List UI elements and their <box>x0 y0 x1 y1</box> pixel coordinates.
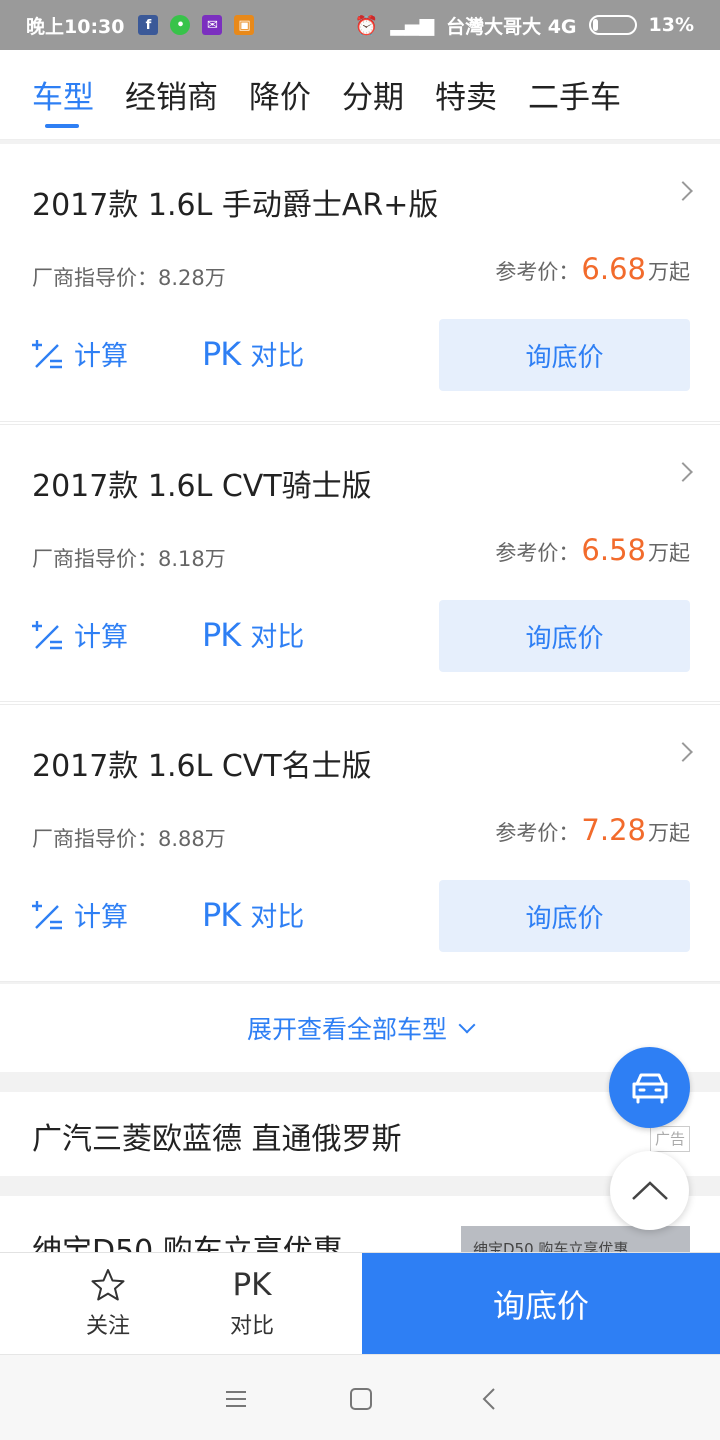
chevron-right-icon <box>673 742 693 762</box>
menu-icon <box>226 1391 246 1407</box>
msrp-text: 厂商指导价：8.28万 <box>32 266 226 290</box>
chevron-right-icon <box>673 181 693 201</box>
ref-label: 参考价： <box>495 821 580 845</box>
tab-used-car[interactable]: 二手车 <box>528 50 621 140</box>
calculate-button[interactable]: 计算 <box>30 895 128 934</box>
ask-price-button[interactable]: 询底价 <box>439 880 690 952</box>
compare-label: 对比 <box>229 1314 274 1339</box>
carrier-label: 台灣大哥大 4G <box>446 15 577 38</box>
tab-dealers[interactable]: 经销商 <box>125 50 218 140</box>
ad-text: 广汽三菱欧蓝德 直通俄罗斯 <box>32 1122 402 1157</box>
pk-icon: PK <box>202 895 241 934</box>
compare-button[interactable]: PK 对比 <box>202 615 304 654</box>
line-icon: • <box>170 15 191 35</box>
alarm-icon: ⏰ <box>354 14 379 37</box>
menu-nav-button[interactable] <box>216 1379 256 1419</box>
compare-button[interactable]: PK 对比 <box>202 895 304 934</box>
back-nav-button[interactable] <box>469 1379 509 1419</box>
scroll-to-top-button[interactable] <box>610 1151 689 1230</box>
status-time: 晚上10:30 <box>26 15 125 38</box>
battery-level <box>592 19 598 31</box>
calculate-label: 计算 <box>74 622 128 653</box>
price-value: 7.28 <box>581 813 646 847</box>
system-nav-bar <box>0 1354 720 1440</box>
model-title: 2017款 1.6L CVT骑士版 <box>32 469 372 504</box>
reference-price: 参考价： 6.58 万起 <box>495 533 690 567</box>
follow-button[interactable]: 关注 <box>68 1253 148 1355</box>
status-right: ⏰ ▂▄▆ 台灣大哥大 4G 13% <box>355 12 694 39</box>
pk-icon: PK <box>232 1267 272 1303</box>
price-value: 6.68 <box>581 252 646 286</box>
home-nav-button[interactable] <box>341 1379 381 1419</box>
car-fab-button[interactable] <box>609 1047 690 1128</box>
compare-label: 对比 <box>250 622 305 653</box>
ref-label: 参考价： <box>495 541 580 565</box>
compare-label: 对比 <box>250 341 305 372</box>
facebook-icon: f <box>138 15 159 35</box>
chevron-right-icon <box>673 462 693 482</box>
car-icon <box>632 1073 667 1103</box>
ask-price-button[interactable]: 询底价 <box>439 319 690 391</box>
model-title: 2017款 1.6L CVT名士版 <box>32 749 372 784</box>
calculate-label: 计算 <box>74 341 128 372</box>
tab-installment[interactable]: 分期 <box>342 50 404 140</box>
chevron-up-icon <box>631 1180 668 1200</box>
expand-label: 展开查看全部车型 <box>246 1015 447 1044</box>
ask-price-button[interactable]: 询底价 <box>439 600 690 672</box>
follow-label: 关注 <box>85 1314 130 1339</box>
msrp-text: 厂商指导价：8.18万 <box>32 547 226 571</box>
model-card[interactable]: 2017款 1.6L CVT名士版 厂商指导价：8.88万 参考价： 7.28 … <box>0 704 720 982</box>
compare-button[interactable]: PK 对比 <box>202 334 304 373</box>
pk-icon: PK <box>202 334 241 373</box>
ask-lowest-price-button[interactable]: 询底价 <box>362 1253 720 1355</box>
calculator-icon <box>32 339 62 368</box>
back-icon <box>482 1388 495 1410</box>
calculate-label: 计算 <box>74 902 128 933</box>
tab-price-drop[interactable]: 降价 <box>249 50 311 140</box>
price-value: 6.58 <box>581 533 646 567</box>
ad-tag: 广告 <box>649 1126 690 1152</box>
bottom-action-bar: 关注 PK 对比 询底价 <box>0 1252 720 1355</box>
pk-icon: PK <box>202 615 241 654</box>
model-card[interactable]: 2017款 1.6L CVT骑士版 厂商指导价：8.18万 参考价： 6.58 … <box>0 424 720 702</box>
calculator-icon <box>32 900 62 929</box>
battery-percent: 13% <box>648 14 694 36</box>
tab-special-sale[interactable]: 特卖 <box>435 50 497 140</box>
mail-icon: ✉ <box>202 15 223 35</box>
status-bar: 晚上10:30 f • ✉ ▣ ⏰ ▂▄▆ 台灣大哥大 4G 13% <box>0 0 720 50</box>
calculate-button[interactable]: 计算 <box>30 334 128 373</box>
msrp-text: 厂商指导价：8.88万 <box>32 827 226 851</box>
compare-label: 对比 <box>250 902 305 933</box>
star-icon <box>91 1269 125 1301</box>
chevron-down-icon <box>458 1016 476 1034</box>
top-tabs: 车型 经销商 降价 分期 特卖 二手车 <box>0 50 720 140</box>
expand-all-models-button[interactable]: 展开查看全部车型 <box>0 984 720 1072</box>
model-card[interactable]: 2017款 1.6L 手动爵士AR+版 厂商指导价：8.28万 参考价： 6.6… <box>0 144 720 422</box>
battery-icon <box>588 15 637 35</box>
ref-label: 参考价： <box>495 260 580 284</box>
signal-icon: ▂▄▆ <box>390 14 435 36</box>
compare-bar-button[interactable]: PK 对比 <box>212 1253 292 1355</box>
price-unit: 万起 <box>648 260 690 284</box>
model-title: 2017款 1.6L 手动爵士AR+版 <box>32 188 439 223</box>
price-unit: 万起 <box>648 821 690 845</box>
tab-models[interactable]: 车型 <box>32 50 94 140</box>
reference-price: 参考价： 6.68 万起 <box>495 252 690 286</box>
game-icon: ▣ <box>234 15 255 35</box>
price-unit: 万起 <box>648 541 690 565</box>
calculate-button[interactable]: 计算 <box>30 615 128 654</box>
home-square-icon <box>350 1388 372 1410</box>
reference-price: 参考价： 7.28 万起 <box>495 813 690 847</box>
calculator-icon <box>32 620 62 649</box>
